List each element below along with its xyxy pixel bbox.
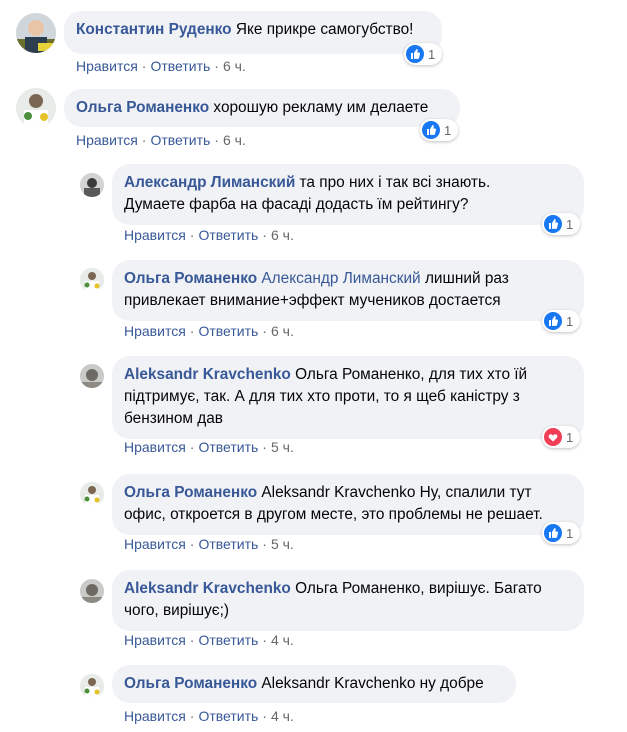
comment-author[interactable]: Ольга Романенко bbox=[124, 484, 257, 501]
reaction-count: 1 bbox=[428, 46, 436, 62]
reaction-badge[interactable]: 1 bbox=[420, 119, 458, 141]
comment-time[interactable]: 6 ч. bbox=[271, 227, 294, 243]
reply-link[interactable]: Ответить bbox=[198, 323, 258, 339]
comment-time[interactable]: 5 ч. bbox=[271, 536, 294, 552]
like-link[interactable]: Нравится bbox=[124, 708, 186, 724]
reaction-badge[interactable]: 1 bbox=[542, 213, 580, 235]
reaction-badge[interactable]: 1 bbox=[542, 310, 580, 332]
comment-time[interactable]: 5 ч. bbox=[271, 439, 294, 455]
avatar[interactable] bbox=[80, 674, 104, 698]
avatar[interactable] bbox=[80, 482, 104, 506]
comment-text: підтримує, так. А для тих хто проти, то … bbox=[124, 388, 520, 405]
comment-text: чого, вирішує;) bbox=[124, 602, 230, 619]
avatar[interactable] bbox=[16, 88, 56, 128]
comment-text: бензином дав bbox=[124, 410, 223, 427]
like-icon bbox=[544, 524, 562, 542]
like-link[interactable]: Нравится bbox=[76, 58, 138, 74]
comment-author[interactable]: Ольга Романенко bbox=[76, 99, 209, 116]
like-link[interactable]: Нравится bbox=[124, 227, 186, 243]
reaction-count: 1 bbox=[566, 429, 574, 445]
reaction-badge[interactable]: 1 bbox=[542, 426, 580, 448]
comment-time[interactable]: 4 ч. bbox=[271, 708, 294, 724]
reply-link[interactable]: Ответить bbox=[198, 439, 258, 455]
like-link[interactable]: Нравится bbox=[76, 132, 138, 148]
comment-actions: Нравится · Ответить · 6 ч. bbox=[124, 323, 294, 339]
like-icon bbox=[544, 215, 562, 233]
comment-author[interactable]: Ольга Романенко bbox=[124, 270, 257, 287]
comment-actions: Нравится · Ответить · 6 ч. bbox=[76, 58, 246, 74]
comment-text: Думаете фарба на фасаді додасть їм рейти… bbox=[124, 196, 469, 213]
heart-icon bbox=[544, 428, 562, 446]
comment-bubble: Ольга Романенко Aleksandr Kravchenko ну … bbox=[112, 665, 516, 703]
comment-bubble: Aleksandr Kravchenko Ольга Романенко, ви… bbox=[112, 570, 584, 631]
reaction-count: 1 bbox=[566, 525, 574, 541]
comment-time[interactable]: 6 ч. bbox=[271, 323, 294, 339]
avatar[interactable] bbox=[16, 13, 56, 53]
comment-bubble: Ольга Романенко Александр Лиманский лишн… bbox=[112, 260, 584, 321]
like-link[interactable]: Нравится bbox=[124, 536, 186, 552]
comment-author[interactable]: Александр Лиманский bbox=[124, 174, 295, 191]
reaction-count: 1 bbox=[566, 313, 574, 329]
like-icon bbox=[406, 45, 424, 63]
reply-link[interactable]: Ответить bbox=[198, 632, 258, 648]
reply-link[interactable]: Ответить bbox=[150, 132, 210, 148]
comment-text: та про них і так всі знають. bbox=[295, 174, 491, 191]
comment-time[interactable]: 4 ч. bbox=[271, 632, 294, 648]
comment-author[interactable]: Aleksandr Kravchenko bbox=[124, 580, 291, 597]
comment-actions: Нравится · Ответить · 6 ч. bbox=[76, 132, 246, 148]
comment-time[interactable]: 6 ч. bbox=[223, 132, 246, 148]
comment-text: Яке прикре самогубство! bbox=[231, 21, 414, 38]
comment-author[interactable]: Константин Руденко bbox=[76, 21, 232, 38]
comment-text: хорошую рекламу им делаете bbox=[209, 99, 429, 116]
reply-link[interactable]: Ответить bbox=[198, 227, 258, 243]
reply-link[interactable]: Ответить bbox=[198, 536, 258, 552]
comment-author[interactable]: Aleksandr Kravchenko bbox=[124, 366, 291, 383]
comment-actions: Нравится · Ответить · 5 ч. bbox=[124, 536, 294, 552]
like-link[interactable]: Нравится bbox=[124, 632, 186, 648]
comment-author[interactable]: Ольга Романенко bbox=[124, 675, 257, 692]
reaction-count: 1 bbox=[444, 122, 452, 138]
avatar[interactable] bbox=[80, 364, 104, 388]
avatar[interactable] bbox=[80, 173, 104, 197]
reaction-badge[interactable]: 1 bbox=[542, 522, 580, 544]
comment-bubble: Александр Лиманский та про них і так всі… bbox=[112, 164, 584, 225]
comment-bubble: Aleksandr Kravchenko Ольга Романенко, дл… bbox=[112, 356, 584, 439]
reaction-badge[interactable]: 1 bbox=[404, 43, 442, 65]
comment-text: офис, откроется в другом месте, это проб… bbox=[124, 506, 543, 523]
like-icon bbox=[422, 121, 440, 139]
avatar[interactable] bbox=[80, 268, 104, 292]
comment-actions: Нравится · Ответить · 4 ч. bbox=[124, 708, 294, 724]
comment-text: Aleksandr Kravchenko ну добре bbox=[257, 675, 484, 692]
avatar[interactable] bbox=[80, 579, 104, 603]
reply-link[interactable]: Ответить bbox=[198, 708, 258, 724]
comment-actions: Нравится · Ответить · 6 ч. bbox=[124, 227, 294, 243]
comment-time[interactable]: 6 ч. bbox=[223, 58, 246, 74]
comment-text: Ольга Романенко, для тих хто їй bbox=[290, 366, 528, 383]
comment-text: лишний раз bbox=[420, 270, 509, 287]
comment-bubble: Ольга Романенко Aleksandr Kravchenko Ну,… bbox=[112, 474, 584, 535]
comment-text: Aleksandr Kravchenko Ну, спалили тут bbox=[257, 484, 532, 501]
comment-actions: Нравится · Ответить · 4 ч. bbox=[124, 632, 294, 648]
comment-bubble: Константин Руденко Яке прикре самогубств… bbox=[64, 11, 442, 54]
like-link[interactable]: Нравится bbox=[124, 439, 186, 455]
reply-link[interactable]: Ответить bbox=[150, 58, 210, 74]
like-icon bbox=[544, 312, 562, 330]
comment-actions: Нравится · Ответить · 5 ч. bbox=[124, 439, 294, 455]
comment-text: Ольга Романенко, вирішує. Багато bbox=[290, 580, 542, 597]
reaction-count: 1 bbox=[566, 216, 574, 232]
comment-bubble: Ольга Романенко хорошую рекламу им делае… bbox=[64, 89, 460, 127]
mention-link[interactable]: Александр Лиманский bbox=[257, 270, 420, 287]
like-link[interactable]: Нравится bbox=[124, 323, 186, 339]
comment-text: привлекает внимание+эффект мучеников дос… bbox=[124, 292, 501, 309]
